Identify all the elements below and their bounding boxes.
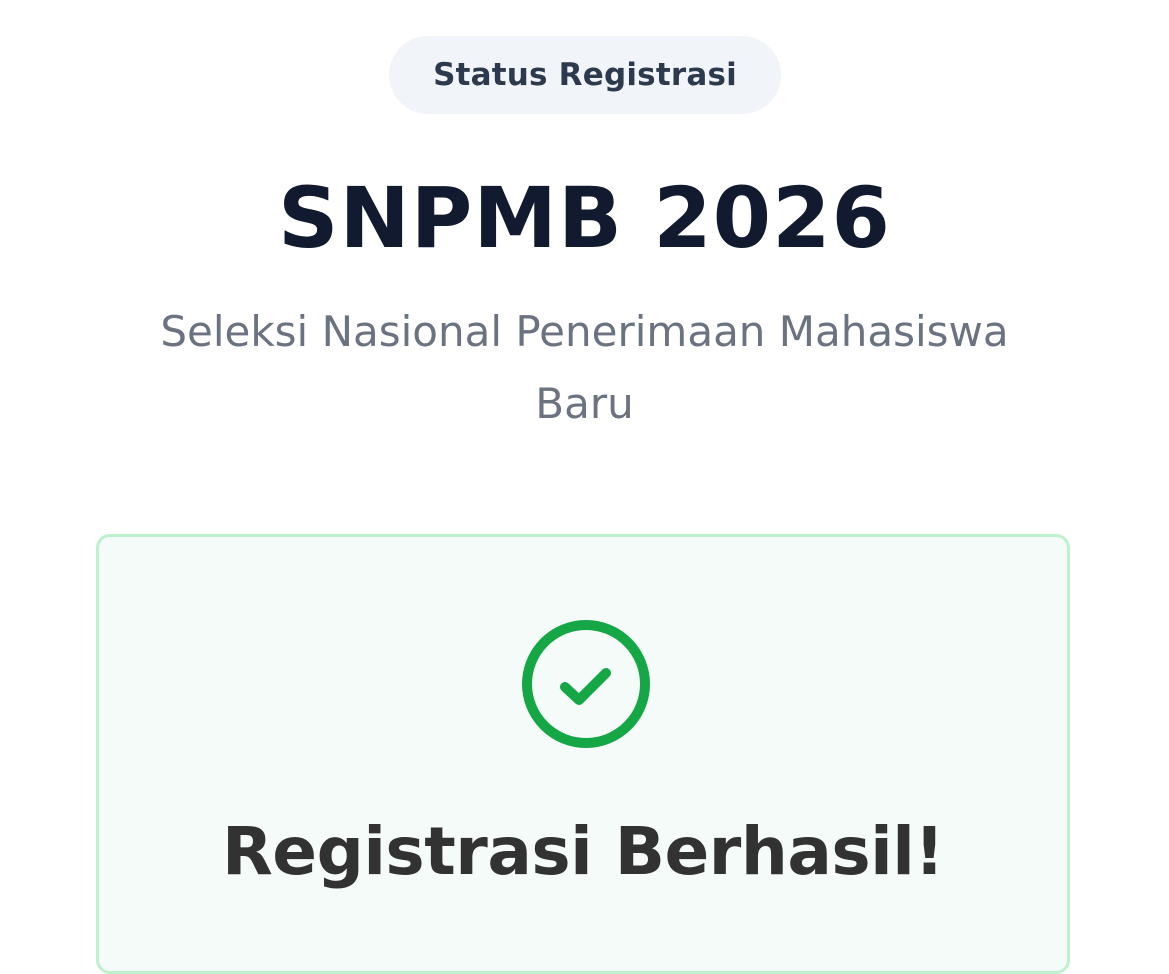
registration-status-card: Registrasi Berhasil! bbox=[96, 534, 1070, 974]
check-circle-icon bbox=[519, 617, 653, 751]
page-subtitle: Seleksi Nasional Penerimaan Mahasiswa Ba… bbox=[160, 307, 1009, 428]
status-badge: Status Registrasi bbox=[389, 36, 781, 114]
status-badge-label: Status Registrasi bbox=[433, 57, 737, 93]
page-title: SNPMB 2026 bbox=[277, 169, 891, 267]
success-heading: Registrasi Berhasil! bbox=[221, 813, 945, 890]
